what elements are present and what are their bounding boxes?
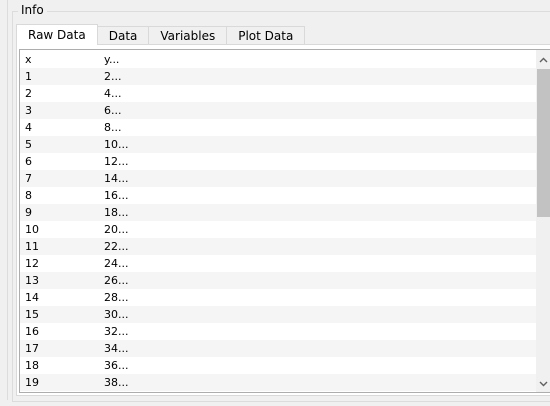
cell-y: 22...	[104, 240, 129, 253]
cell-x: 17	[25, 342, 39, 355]
table-row[interactable]: 14 28...	[20, 289, 536, 306]
chevron-up-icon	[539, 57, 548, 62]
table-row[interactable]: 11 22...	[20, 238, 536, 255]
tab-raw-data[interactable]: Raw Data	[16, 24, 98, 45]
group-title: Info	[18, 2, 47, 18]
cell-y: 2...	[104, 70, 122, 83]
cell-x: 5	[25, 138, 32, 151]
cell-x: 6	[25, 155, 32, 168]
cell-y: 30...	[104, 308, 129, 321]
table-row[interactable]: 2 4...	[20, 85, 536, 102]
table-row[interactable]: 4 8...	[20, 119, 536, 136]
cell-y: y...	[104, 53, 120, 66]
cell-x: 2	[25, 87, 32, 100]
divider	[7, 0, 8, 400]
tab-plot-data[interactable]: Plot Data	[226, 26, 306, 45]
cell-y: 20...	[104, 223, 129, 236]
table-row[interactable]: 13 26...	[20, 272, 536, 289]
info-panel: Info Raw Data Data Variables Plot Data x…	[0, 0, 550, 406]
table-row[interactable]: 6 12...	[20, 153, 536, 170]
cell-x: 18	[25, 359, 39, 372]
cell-x: 8	[25, 189, 32, 202]
cell-y: 28...	[104, 291, 129, 304]
cell-x: 1	[25, 70, 32, 83]
cell-y: 32...	[104, 325, 129, 338]
table-row[interactable]: 12 24...	[20, 255, 536, 272]
cell-y: 26...	[104, 274, 129, 287]
tab-variables[interactable]: Variables	[148, 26, 228, 45]
cell-x: 16	[25, 325, 39, 338]
chevron-down-icon	[539, 381, 548, 386]
cell-x: 4	[25, 121, 32, 134]
cell-y: 34...	[104, 342, 129, 355]
table-row[interactable]: 18 36...	[20, 357, 536, 374]
cell-x: 9	[25, 206, 32, 219]
cell-y: 18...	[104, 206, 129, 219]
table-row[interactable]: 3 6...	[20, 102, 536, 119]
cell-x: 12	[25, 257, 39, 270]
table-row[interactable]: 1 2...	[20, 68, 536, 85]
vertical-scrollbar[interactable]	[536, 50, 550, 392]
raw-data-table[interactable]: x y... 1 2... 2 4... 3 6... 4 8... 5 10... 6 12…	[19, 49, 550, 393]
cell-y: 12...	[104, 155, 129, 168]
cell-y: 6...	[104, 104, 122, 117]
cell-x: 15	[25, 308, 39, 321]
scroll-up-button[interactable]	[536, 52, 550, 67]
cell-x: 10	[25, 223, 39, 236]
cell-y: 16...	[104, 189, 129, 202]
table-row[interactable]: x y...	[20, 51, 536, 68]
scroll-thumb[interactable]	[537, 69, 550, 217]
cell-x: 3	[25, 104, 32, 117]
tab-data[interactable]: Data	[96, 26, 150, 45]
cell-x: 7	[25, 172, 32, 185]
tab-bar: Raw Data Data Variables Plot Data	[16, 24, 306, 45]
cell-y: 36...	[104, 359, 129, 372]
cell-x: 14	[25, 291, 39, 304]
cell-y: 24...	[104, 257, 129, 270]
cell-x: 19	[25, 376, 39, 389]
table-row[interactable]: 19 38...	[20, 374, 536, 391]
table-row[interactable]: 7 14...	[20, 170, 536, 187]
cell-y: 8...	[104, 121, 122, 134]
scroll-down-button[interactable]	[536, 376, 550, 391]
cell-x: x	[25, 53, 32, 66]
cell-y: 38...	[104, 376, 129, 389]
table-row[interactable]: 16 32...	[20, 323, 536, 340]
table-row[interactable]: 10 20...	[20, 221, 536, 238]
table-row[interactable]: 15 30...	[20, 306, 536, 323]
table-row[interactable]: 8 16...	[20, 187, 536, 204]
table-rows: x y... 1 2... 2 4... 3 6... 4 8... 5 10... 6 12…	[20, 51, 536, 391]
cell-y: 4...	[104, 87, 122, 100]
cell-y: 10...	[104, 138, 129, 151]
table-row[interactable]: 17 34...	[20, 340, 536, 357]
cell-y: 14...	[104, 172, 129, 185]
cell-x: 13	[25, 274, 39, 287]
table-row[interactable]: 9 18...	[20, 204, 536, 221]
cell-x: 11	[25, 240, 39, 253]
table-row[interactable]: 5 10...	[20, 136, 536, 153]
